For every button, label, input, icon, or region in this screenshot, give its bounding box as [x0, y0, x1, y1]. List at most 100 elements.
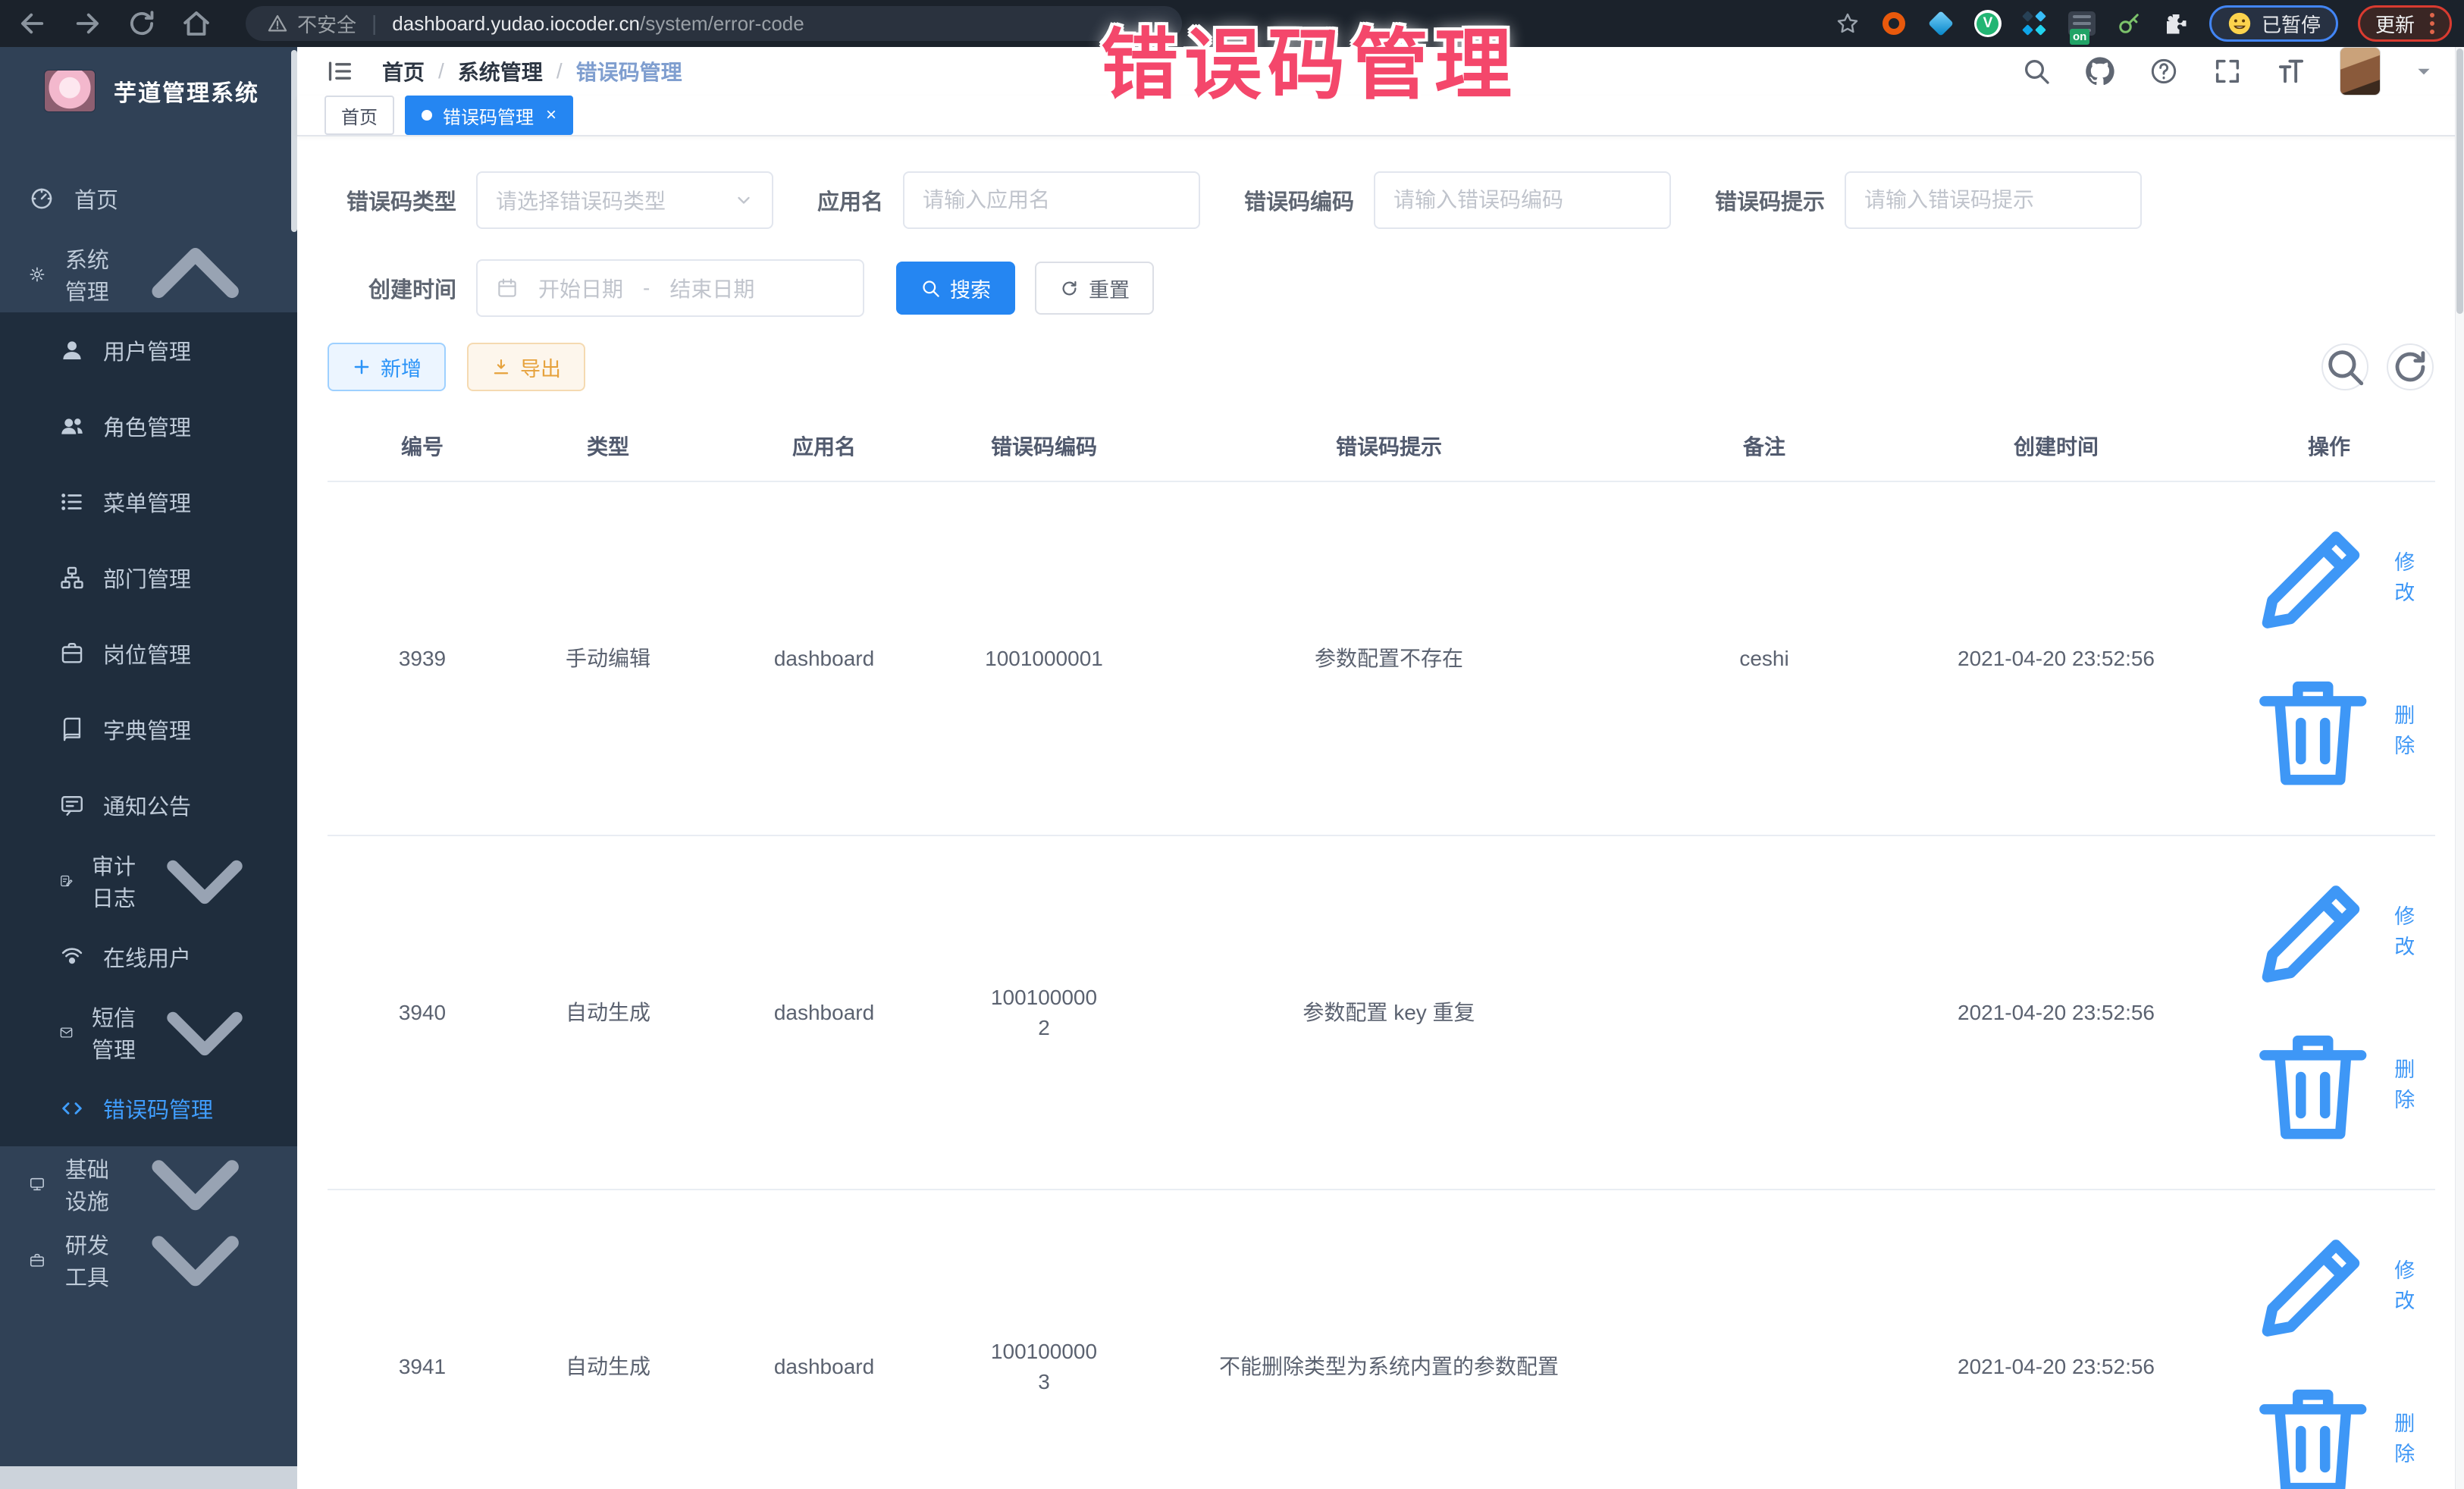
- extension-vue-devtools-icon[interactable]: V: [1974, 10, 2002, 37]
- delete-icon: [2240, 659, 2386, 804]
- edit-link[interactable]: 修改: [2240, 505, 2418, 650]
- sidebar-item-audit[interactable]: 审计日志: [0, 843, 297, 919]
- reset-button[interactable]: 重置: [1035, 262, 1154, 315]
- scrollbar-thumb[interactable]: [2456, 49, 2463, 314]
- add-button-label: 新增: [381, 353, 422, 382]
- chevron-down-icon: [122, 1186, 268, 1333]
- cell-type: 自动生成: [517, 835, 699, 1190]
- delete-link[interactable]: 删除: [2240, 659, 2418, 804]
- error-code-field-box: [1374, 171, 1671, 229]
- tag-close-icon[interactable]: ×: [546, 106, 556, 124]
- extension-grid-icon[interactable]: [2021, 10, 2049, 37]
- cell-code: 1001000001: [949, 481, 1139, 835]
- sidebar-scrollbar-thumb[interactable]: [291, 50, 297, 232]
- breadcrumb-system[interactable]: 系统管理: [458, 56, 543, 86]
- sidebar-fold-icon[interactable]: [324, 56, 355, 86]
- search-button-label: 搜索: [950, 274, 991, 303]
- sidebar-item-sms[interactable]: 短信管理: [0, 995, 297, 1071]
- sidebar-item-gear[interactable]: 系统管理: [0, 237, 297, 312]
- extension-orange-icon[interactable]: [1880, 10, 1908, 37]
- tag-error-code[interactable]: 错误码管理 ×: [405, 96, 573, 135]
- filter-row-1: 错误码类型 请选择错误码类型 应用名 错误码编码: [328, 171, 2434, 229]
- header-search-icon[interactable]: [2021, 56, 2052, 86]
- table-row: 3940自动生成dashboard100100000 2参数配置 key 重复2…: [328, 835, 2435, 1190]
- refresh-table-button[interactable]: [2387, 343, 2434, 390]
- delete-link[interactable]: 删除: [2240, 1367, 2418, 1489]
- cell-time: 2021-04-20 23:52:56: [1889, 1190, 2223, 1489]
- extensions-puzzle-icon[interactable]: [2162, 10, 2190, 37]
- browser-forward-icon[interactable]: [71, 8, 103, 39]
- sidebar-item-tool[interactable]: 研发工具: [0, 1222, 297, 1298]
- extension-gem-icon[interactable]: [1927, 10, 1955, 37]
- sidebar-item-book[interactable]: 字典管理: [0, 691, 297, 767]
- cell-type: 自动生成: [517, 1190, 699, 1489]
- search-button[interactable]: 搜索: [896, 262, 1015, 315]
- sidebar-item-menulist[interactable]: 菜单管理: [0, 464, 297, 540]
- cell-hint: 参数配置 key 重复: [1139, 835, 1639, 1190]
- column-header: 操作: [2223, 414, 2435, 481]
- overlay-annotation-title: 错误码管理: [1101, 3, 1518, 114]
- bookmark-star-icon[interactable]: [1835, 11, 1861, 36]
- address-bar[interactable]: 不安全 | dashboard.yudao.iocoder.cn/system/…: [246, 6, 1182, 41]
- cell-app: dashboard: [699, 1190, 949, 1489]
- breadcrumb-home[interactable]: 首页: [382, 56, 425, 86]
- browser-menu-icon[interactable]: [2430, 13, 2434, 34]
- app-name-input[interactable]: [923, 188, 1180, 212]
- cell-actions: 修改删除: [2223, 481, 2435, 835]
- cell-app: dashboard: [699, 835, 949, 1190]
- browser-back-icon[interactable]: [17, 8, 49, 39]
- plus-icon: [352, 357, 371, 377]
- cell-type: 手动编辑: [517, 481, 699, 835]
- gear-icon: [29, 262, 45, 287]
- sidebar-item-badge[interactable]: 岗位管理: [0, 616, 297, 691]
- user-avatar[interactable]: [2340, 47, 2381, 96]
- search-icon: [920, 278, 941, 299]
- cell-id: 3941: [328, 1190, 517, 1489]
- date-range-picker[interactable]: 开始日期 - 结束日期: [476, 259, 864, 317]
- logo-row[interactable]: 芋道管理系统: [0, 47, 297, 135]
- sidebar-item-tree[interactable]: 部门管理: [0, 540, 297, 616]
- tag-home[interactable]: 首页: [324, 96, 394, 135]
- navbar-actions: [2021, 47, 2434, 96]
- infra-icon: [29, 1171, 45, 1197]
- error-type-select[interactable]: 请选择错误码类型: [476, 171, 773, 229]
- cell-id: 3940: [328, 835, 517, 1190]
- main-area: 首页 / 系统管理 / 错误码管理 首页: [297, 47, 2464, 1489]
- sidebar-item-label: 菜单管理: [103, 486, 191, 518]
- browser-reload-icon[interactable]: [126, 8, 158, 39]
- start-date-placeholder: 开始日期: [538, 273, 623, 303]
- delete-link[interactable]: 删除: [2240, 1013, 2418, 1158]
- extension-key-icon[interactable]: [2115, 10, 2143, 37]
- error-code-input[interactable]: [1393, 188, 1651, 212]
- export-button[interactable]: 导出: [467, 343, 585, 391]
- extension-list-icon[interactable]: on: [2068, 10, 2096, 37]
- column-header: 应用名: [699, 414, 949, 481]
- browser-update-button[interactable]: 更新: [2358, 5, 2452, 42]
- fullscreen-icon[interactable]: [2212, 56, 2243, 86]
- cell-remark: [1639, 1190, 1889, 1489]
- help-icon[interactable]: [2149, 56, 2179, 86]
- sidebar-item-label: 在线用户: [103, 941, 191, 973]
- not-secure-label: 不安全: [297, 10, 356, 38]
- dashboard-icon: [29, 186, 55, 212]
- url-path: /system/error-code: [640, 12, 804, 36]
- sidebar-item-label: 系统管理: [65, 243, 122, 306]
- sidebar-item-users[interactable]: 角色管理: [0, 388, 297, 464]
- window-scrollbar[interactable]: [2455, 47, 2464, 1489]
- sidebar-bottom-scrollbar[interactable]: [0, 1466, 297, 1489]
- sidebar: 芋道管理系统 首页系统管理用户管理角色管理菜单管理部门管理岗位管理字典管理通知公…: [0, 47, 297, 1489]
- edit-link[interactable]: 修改: [2240, 859, 2418, 1005]
- url-host: dashboard.yudao.iocoder.cn: [392, 12, 640, 36]
- add-button[interactable]: 新增: [328, 343, 446, 391]
- browser-home-icon[interactable]: [180, 8, 212, 39]
- error-hint-field-box: [1845, 171, 2142, 229]
- profile-paused-badge[interactable]: 已暂停: [2209, 5, 2338, 42]
- edit-link[interactable]: 修改: [2240, 1213, 2418, 1359]
- error-hint-input[interactable]: [1864, 188, 2122, 212]
- github-icon[interactable]: [2085, 56, 2115, 86]
- badge-icon: [59, 641, 85, 666]
- delete-icon: [2240, 1367, 2386, 1489]
- show-search-toggle-button[interactable]: [2321, 343, 2368, 390]
- avatar-caret-down-icon[interactable]: [2414, 61, 2434, 81]
- font-size-icon[interactable]: [2276, 56, 2306, 86]
